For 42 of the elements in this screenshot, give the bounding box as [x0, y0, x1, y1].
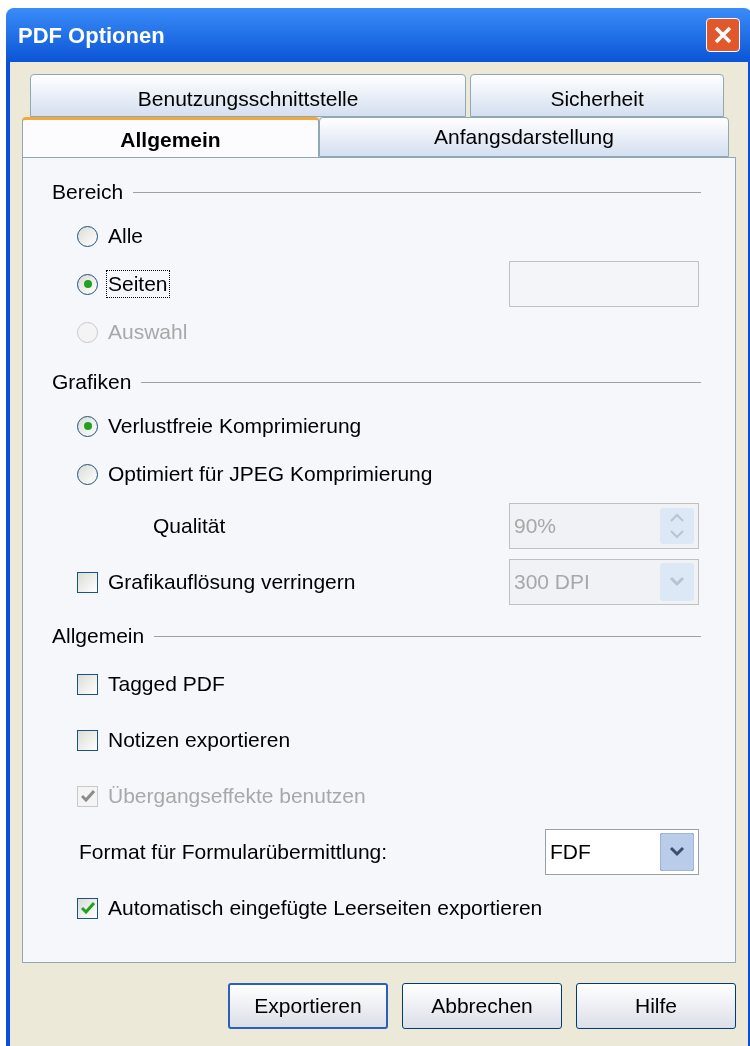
radio-button[interactable] [77, 273, 98, 295]
option-label: Alle [107, 223, 145, 249]
option-label: Optimiert für JPEG Komprimierung [107, 461, 434, 487]
field-value: 300 DPI [514, 569, 590, 596]
checkbox[interactable] [77, 897, 98, 919]
option-label: Verlustfreie Komprimierung [107, 413, 363, 439]
dropdown-field[interactable]: FDF [545, 829, 699, 875]
dialog-button[interactable]: Hilfe [576, 983, 736, 1029]
checkmark-icon [80, 790, 95, 802]
dialog-button[interactable]: Exportieren [228, 983, 388, 1029]
field-value: 90% [514, 513, 557, 540]
section-heading: Grafiken [52, 369, 132, 396]
field-value: FDF [550, 839, 591, 866]
option-label: Übergangseffekte benutzen [107, 783, 367, 809]
checkbox[interactable] [77, 673, 98, 695]
checkbox[interactable] [77, 729, 98, 751]
option-label: Grafikauflösung verringern [107, 569, 357, 595]
option-label: Automatisch eingefügte Leerseiten exportieren [107, 895, 544, 921]
option-label: Qualität [152, 513, 227, 539]
close-icon [713, 25, 733, 45]
option-label: Tagged PDF [107, 671, 226, 697]
spin-arrows-icon [660, 508, 694, 544]
tab[interactable]: Benutzungsschnittstelle [30, 74, 467, 117]
window-title: PDF Optionen [18, 21, 165, 50]
section-heading: Allgemein [52, 623, 145, 650]
checkbox[interactable] [77, 571, 98, 593]
section-heading: Bereich [52, 179, 124, 206]
dropdown-arrow-icon [660, 833, 694, 871]
option-label: Auswahl [107, 319, 189, 345]
close-button[interactable] [706, 18, 740, 52]
radio-button[interactable] [77, 463, 98, 485]
radio-button[interactable] [77, 225, 98, 247]
pages-input-field[interactable] [509, 261, 699, 307]
dialog-button[interactable]: Abbrechen [402, 983, 562, 1029]
option-label: Notizen exportieren [107, 727, 292, 753]
checkmark-icon [80, 902, 95, 914]
option-label: Seiten [106, 270, 170, 298]
radio-button[interactable] [77, 415, 98, 437]
tab[interactable]: Anfangsdarstellung [319, 117, 729, 157]
tab[interactable]: Allgemein [22, 117, 319, 159]
option-label: Format für Formularübermittlung: [78, 839, 389, 865]
tab[interactable]: Sicherheit [470, 74, 724, 117]
